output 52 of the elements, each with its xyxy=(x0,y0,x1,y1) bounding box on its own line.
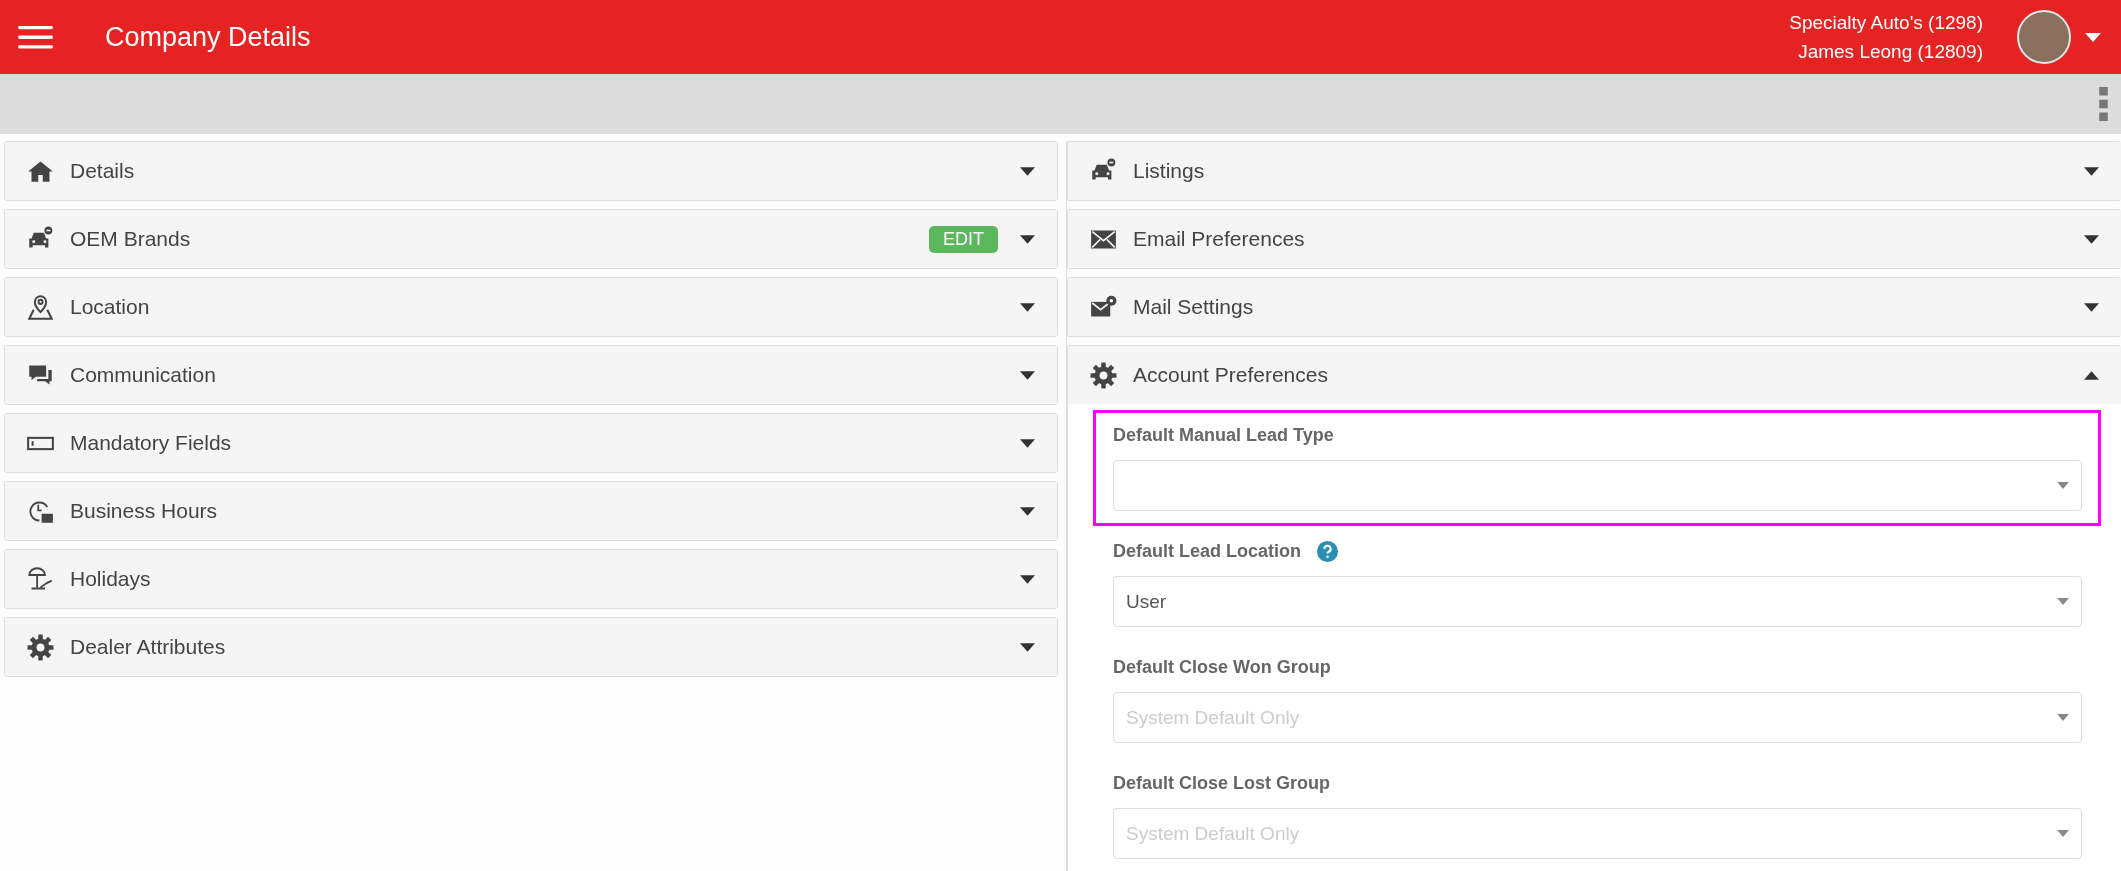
panel-title: Dealer Attributes xyxy=(70,635,227,659)
accordion-header[interactable]: Location xyxy=(5,278,1057,336)
select-field[interactable]: User xyxy=(1113,576,2082,627)
field-label: Default Close Lost Group xyxy=(1113,772,1330,794)
caret-down-icon[interactable] xyxy=(2084,166,2099,176)
select-field[interactable] xyxy=(1113,460,2082,511)
accordion-header[interactable]: Email Preferences xyxy=(1068,210,2121,268)
accordion-header[interactable]: Mandatory Fields xyxy=(5,414,1057,472)
field-label: Default Manual Lead Type xyxy=(1113,424,1334,446)
map-pin-icon xyxy=(27,293,54,321)
dealer-name: Specialty Auto's (1298) xyxy=(1789,11,1983,35)
panel-title: Holidays xyxy=(70,567,152,591)
field-label: Default Lead Location xyxy=(1113,540,1301,562)
caret-down-icon[interactable] xyxy=(1020,642,1035,652)
page-title: Company Details xyxy=(105,21,311,53)
accordion-header[interactable]: Mail Settings xyxy=(1068,278,2121,336)
caret-down-icon[interactable] xyxy=(1020,166,1035,176)
more-options-icon[interactable] xyxy=(2099,87,2108,121)
caret-down-icon[interactable] xyxy=(2084,234,2099,244)
field-label: Default Close Won Group xyxy=(1113,656,1331,678)
panel-title: OEM Brands xyxy=(70,227,192,251)
caret-down-icon[interactable] xyxy=(1020,302,1035,312)
settings-icon xyxy=(1090,361,1117,389)
panel-title: Listings xyxy=(1133,159,1206,183)
accordion-header[interactable]: Details xyxy=(5,142,1057,200)
panel-title: Details xyxy=(70,159,136,183)
help-icon[interactable] xyxy=(1317,540,1338,562)
caret-down-icon[interactable] xyxy=(2084,302,2099,312)
accordion-header[interactable]: Account Preferences xyxy=(1068,346,2121,404)
panel-title: Business Hours xyxy=(70,499,219,523)
menu-icon[interactable] xyxy=(18,23,53,51)
accordion-header[interactable]: Dealer Attributes xyxy=(5,618,1057,676)
avatar[interactable] xyxy=(2017,10,2071,64)
caret-down-icon[interactable] xyxy=(1020,370,1035,380)
user-name: James Leong (12809) xyxy=(1798,40,1983,64)
caret-down-icon[interactable] xyxy=(1020,506,1035,516)
panel-title: Communication xyxy=(70,363,217,387)
settings-icon xyxy=(27,633,54,661)
accordion-header[interactable]: Listings xyxy=(1068,142,2121,200)
caret-down-icon[interactable] xyxy=(1020,234,1035,244)
panel-title: Location xyxy=(70,295,151,319)
panel-title: Account Preferences xyxy=(1133,363,1329,387)
caret-down-icon[interactable] xyxy=(1020,438,1035,448)
accordion-header[interactable]: Business Hours xyxy=(5,482,1057,540)
caret-down-icon[interactable] xyxy=(1020,574,1035,584)
panel-title: Mandatory Fields xyxy=(70,431,233,455)
panel-title: Mail Settings xyxy=(1133,295,1255,319)
panel-title: Email Preferences xyxy=(1133,227,1306,251)
accordion-header[interactable]: OEM Brands EDIT xyxy=(5,210,1057,268)
accordion-header[interactable]: Communication xyxy=(5,346,1057,404)
caret-up-icon[interactable] xyxy=(2084,370,2099,380)
accordion-header[interactable]: Holidays xyxy=(5,550,1057,608)
